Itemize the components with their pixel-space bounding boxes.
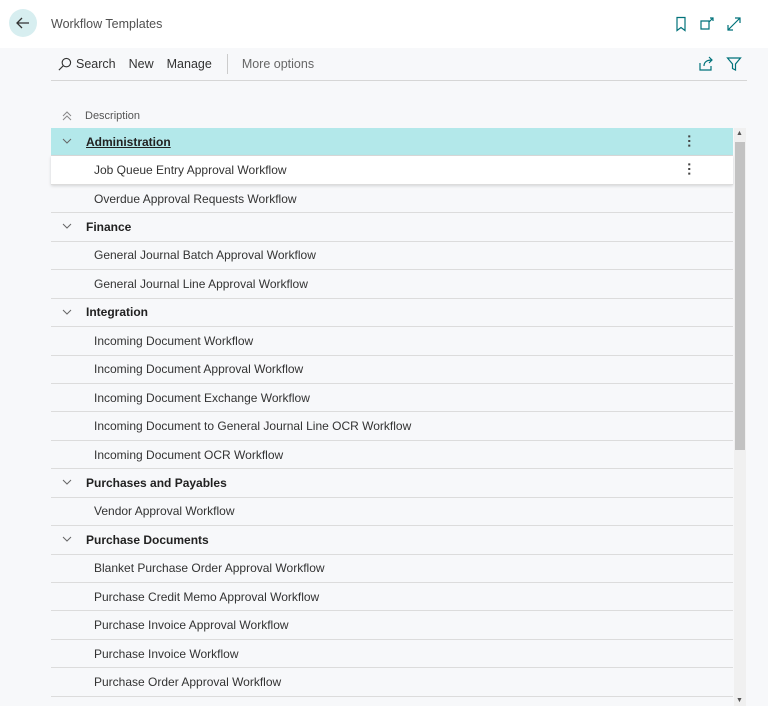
list-item[interactable]: Purchase Invoice Approval Workflow <box>51 611 733 640</box>
chevron-down-icon[interactable] <box>62 136 72 146</box>
row-label: Finance <box>86 220 132 235</box>
row-label[interactable]: General Journal Line Approval Workflow <box>94 277 308 291</box>
group-row[interactable]: Purchases and Payables <box>51 469 733 498</box>
list-page: Search New Manage More options Descripti… <box>0 48 768 706</box>
list-item[interactable]: Blanket Purchase Order Approval Workflow <box>51 555 733 583</box>
chevron-down-icon[interactable] <box>62 221 72 231</box>
scroll-down-icon[interactable]: ▼ <box>736 697 743 704</box>
row-label[interactable]: Purchase Credit Memo Approval Workflow <box>94 590 319 604</box>
column-label: Description <box>85 110 141 122</box>
bookmark-icon[interactable] <box>673 16 689 32</box>
list-item[interactable]: Overdue Approval Requests Workflow <box>51 185 733 214</box>
page-header: Workflow Templates <box>0 0 768 48</box>
scroll-up-icon[interactable]: ▲ <box>736 130 743 137</box>
page-title: Workflow Templates <box>51 17 163 31</box>
row-label[interactable]: Vendor Approval Workflow <box>94 504 235 518</box>
manage-button[interactable]: Manage <box>167 57 212 71</box>
list-item[interactable]: Job Queue Entry Approval Workflow ⋯ <box>51 156 733 185</box>
row-label[interactable]: Purchase Invoice Workflow <box>94 647 239 661</box>
chevron-down-icon[interactable] <box>62 534 72 544</box>
group-row[interactable]: Integration <box>51 299 733 328</box>
scrollbar-thumb[interactable] <box>735 142 745 450</box>
search-label: Search <box>76 57 116 71</box>
chevron-down-icon[interactable] <box>62 307 72 317</box>
chevron-down-icon[interactable] <box>62 477 72 487</box>
search-icon <box>58 57 72 71</box>
row-label: Integration <box>86 305 148 320</box>
row-label: Administration <box>86 134 171 149</box>
list-item[interactable]: Incoming Document Workflow <box>51 327 733 356</box>
row-label[interactable]: Purchase Invoice Approval Workflow <box>94 618 289 632</box>
row-label: Purchase Documents <box>86 532 209 547</box>
more-options-button[interactable]: More options <box>242 57 314 71</box>
row-label[interactable]: Incoming Document Approval Workflow <box>94 362 303 376</box>
expand-icon[interactable] <box>726 16 742 32</box>
search-button[interactable]: Search <box>57 57 116 72</box>
row-label[interactable]: Blanket Purchase Order Approval Workflow <box>94 561 325 575</box>
group-row[interactable]: Administration ⋯ <box>51 128 733 157</box>
vertical-scrollbar[interactable]: ▲ ▼ <box>734 128 746 706</box>
group-row[interactable]: Purchase Documents <box>51 526 733 555</box>
list-item[interactable]: Incoming Document OCR Workflow <box>51 441 733 470</box>
more-actions-icon[interactable]: ⋯ <box>682 162 698 174</box>
row-label[interactable]: Purchase Order Approval Workflow <box>94 675 281 689</box>
collapse-all-icon[interactable] <box>61 110 73 122</box>
row-label[interactable]: Incoming Document OCR Workflow <box>94 448 283 462</box>
list-item[interactable]: General Journal Batch Approval Workflow <box>51 242 733 271</box>
row-label[interactable]: Incoming Document Workflow <box>94 334 253 348</box>
list-item[interactable]: Purchase Order Approval Workflow <box>51 668 733 697</box>
row-label[interactable]: Incoming Document Exchange Workflow <box>94 391 310 405</box>
row-label: Purchases and Payables <box>86 475 227 490</box>
list-item[interactable]: Purchase Credit Memo Approval Workflow <box>51 583 733 612</box>
group-row[interactable]: Finance <box>51 213 733 242</box>
toolbar-divider <box>226 54 228 74</box>
list-item[interactable]: Incoming Document to General Journal Lin… <box>51 412 733 441</box>
action-bar: Search New Manage More options <box>51 48 747 81</box>
list-item[interactable]: Purchase Invoice Workflow <box>51 640 733 669</box>
list-item[interactable]: Incoming Document Exchange Workflow <box>51 384 733 413</box>
row-label[interactable]: Job Queue Entry Approval Workflow <box>94 163 287 177</box>
column-header-description[interactable]: Description <box>51 106 140 126</box>
filter-icon[interactable] <box>726 56 742 72</box>
more-actions-icon[interactable]: ⋯ <box>682 134 698 146</box>
back-button[interactable] <box>9 9 37 37</box>
row-label[interactable]: Incoming Document to General Journal Lin… <box>94 419 411 433</box>
open-new-window-icon[interactable] <box>699 16 715 32</box>
arrow-left-icon <box>16 17 29 29</box>
list-item[interactable]: Vendor Approval Workflow <box>51 498 733 527</box>
row-label[interactable]: Overdue Approval Requests Workflow <box>94 192 297 206</box>
new-button[interactable]: New <box>129 57 154 71</box>
workflow-template-list: Administration ⋯ Job Queue Entry Approval … <box>51 128 733 697</box>
list-item[interactable]: Incoming Document Approval Workflow <box>51 356 733 384</box>
share-icon[interactable] <box>698 56 714 72</box>
row-label[interactable]: General Journal Batch Approval Workflow <box>94 248 316 262</box>
list-item[interactable]: General Journal Line Approval Workflow <box>51 270 733 299</box>
